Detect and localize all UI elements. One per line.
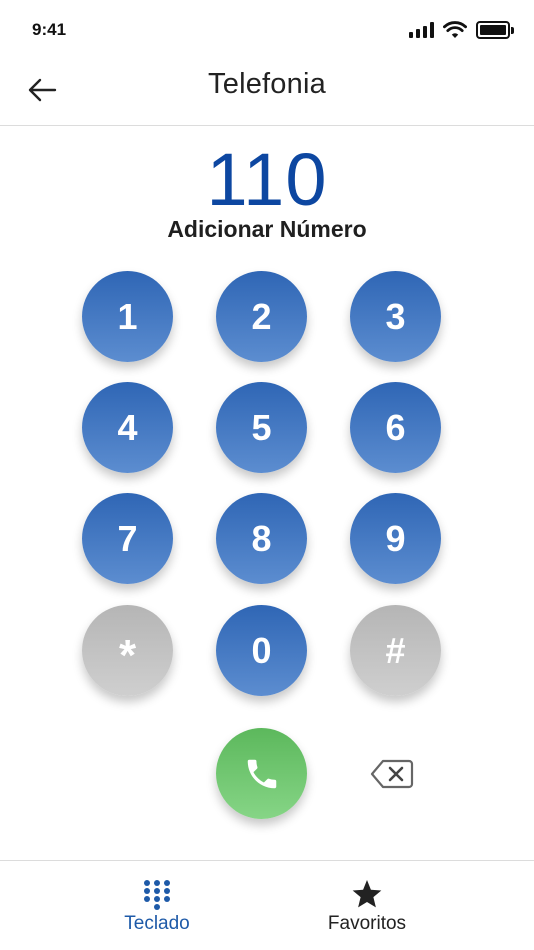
status-bar: 9:41 (0, 0, 534, 60)
backspace-button[interactable] (368, 756, 416, 792)
cellular-signal-icon (409, 22, 434, 38)
tab-favoritos[interactable]: Favoritos (232, 861, 502, 950)
status-icons (409, 21, 514, 39)
star-icon (352, 880, 382, 908)
add-number-button[interactable]: Adicionar Número (0, 216, 534, 243)
key-star[interactable]: * (82, 605, 173, 696)
key-9[interactable]: 9 (350, 493, 441, 584)
key-4[interactable]: 4 (82, 382, 173, 473)
page-title: Telefonia (208, 68, 326, 100)
key-8[interactable]: 8 (216, 493, 307, 584)
tab-favoritos-label: Favoritos (327, 913, 407, 934)
key-3[interactable]: 3 (350, 271, 441, 362)
key-1[interactable]: 1 (82, 271, 173, 362)
wifi-icon (443, 21, 467, 38)
app-header: Telefonia (0, 58, 534, 126)
bottom-navigation: Teclado Favoritos (0, 860, 534, 950)
key-5[interactable]: 5 (216, 382, 307, 473)
status-time: 9:41 (32, 20, 67, 39)
dialed-number-display: 110 (206, 138, 328, 221)
key-7[interactable]: 7 (82, 493, 173, 584)
key-0[interactable]: 0 (216, 605, 307, 696)
phone-screen: 9:41 Telefonia 110 Adicionar Número 1 2 … (0, 0, 534, 950)
phone-icon (247, 759, 276, 788)
key-hash[interactable]: # (350, 605, 441, 696)
key-2[interactable]: 2 (216, 271, 307, 362)
key-6[interactable]: 6 (350, 382, 441, 473)
backspace-icon (370, 759, 414, 789)
call-button[interactable] (216, 728, 307, 819)
battery-icon (476, 21, 514, 39)
keypad-icon (144, 880, 170, 910)
